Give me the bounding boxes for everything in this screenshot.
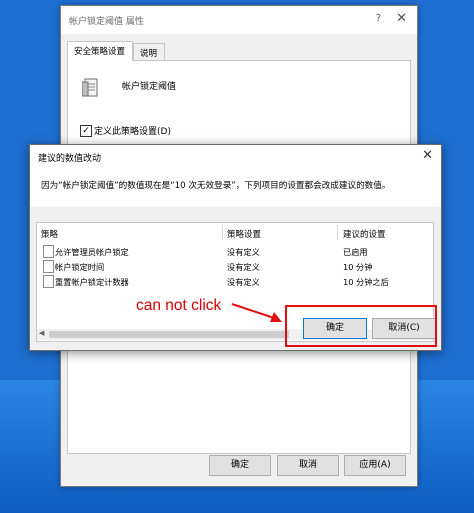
scroll-left-icon[interactable]: ◀ bbox=[39, 329, 44, 337]
row-suggested: 10 分钟之后 bbox=[343, 277, 389, 287]
row-suggested: 已启用 bbox=[343, 247, 368, 257]
row-setting: 没有定义 bbox=[227, 247, 260, 257]
help-icon[interactable]: ? bbox=[376, 13, 381, 24]
row-setting: 没有定义 bbox=[227, 277, 260, 287]
properties-title: 帐户锁定阈值 属性 bbox=[69, 17, 144, 27]
tab-label: 说明 bbox=[140, 49, 158, 59]
tab-security-policy-setting[interactable]: 安全策略设置 bbox=[67, 41, 133, 61]
policy-name: 帐户锁定阈值 bbox=[122, 82, 177, 92]
dialog-title: 建议的数值改动 bbox=[38, 154, 102, 164]
ok-button[interactable]: 确定 bbox=[209, 455, 271, 476]
tab-label: 安全策略设置 bbox=[74, 47, 126, 57]
close-icon[interactable]: ✕ bbox=[422, 148, 433, 163]
policy-item-icon bbox=[43, 245, 54, 258]
annotation-arrow-icon bbox=[231, 303, 282, 322]
dialog-titlebar: 建议的数值改动 ✕ bbox=[30, 145, 441, 167]
row-policy: 帐户锁定时间 bbox=[55, 262, 105, 272]
column-divider[interactable] bbox=[337, 225, 338, 240]
column-header-setting[interactable]: 策略设置 bbox=[227, 228, 261, 240]
policy-item-icon bbox=[43, 260, 54, 273]
scrollbar-thumb[interactable] bbox=[49, 331, 289, 338]
policy-icon bbox=[82, 78, 98, 97]
annotation-highlight-box bbox=[285, 305, 437, 347]
define-policy-checkbox[interactable]: ✓ bbox=[80, 125, 92, 137]
tab-explain[interactable]: 说明 bbox=[133, 43, 165, 60]
cancel-button[interactable]: 取消 bbox=[277, 455, 339, 476]
row-policy: 重置帐户锁定计数器 bbox=[55, 277, 129, 287]
row-setting: 没有定义 bbox=[227, 262, 260, 272]
properties-titlebar: 帐户锁定阈值 属性 ? ✕ bbox=[61, 6, 417, 34]
row-policy: 允许管理员帐户锁定 bbox=[55, 247, 129, 257]
dialog-message: 因为“帐户锁定阈值”的数值现在是“10 次无效登录”，下列项目的设置都会改成建议… bbox=[41, 181, 391, 191]
column-header-suggested[interactable]: 建议的设置 bbox=[343, 228, 386, 240]
close-icon[interactable]: ✕ bbox=[396, 11, 407, 26]
policy-item-icon bbox=[43, 275, 54, 288]
column-divider[interactable] bbox=[222, 225, 223, 240]
apply-button[interactable]: 应用(A) bbox=[344, 455, 406, 476]
define-policy-label: 定义此策略设置(D) bbox=[94, 127, 171, 137]
column-header-policy[interactable]: 策略 bbox=[41, 228, 58, 240]
row-suggested: 10 分钟 bbox=[343, 262, 373, 272]
annotation-text: can not click bbox=[136, 297, 222, 314]
